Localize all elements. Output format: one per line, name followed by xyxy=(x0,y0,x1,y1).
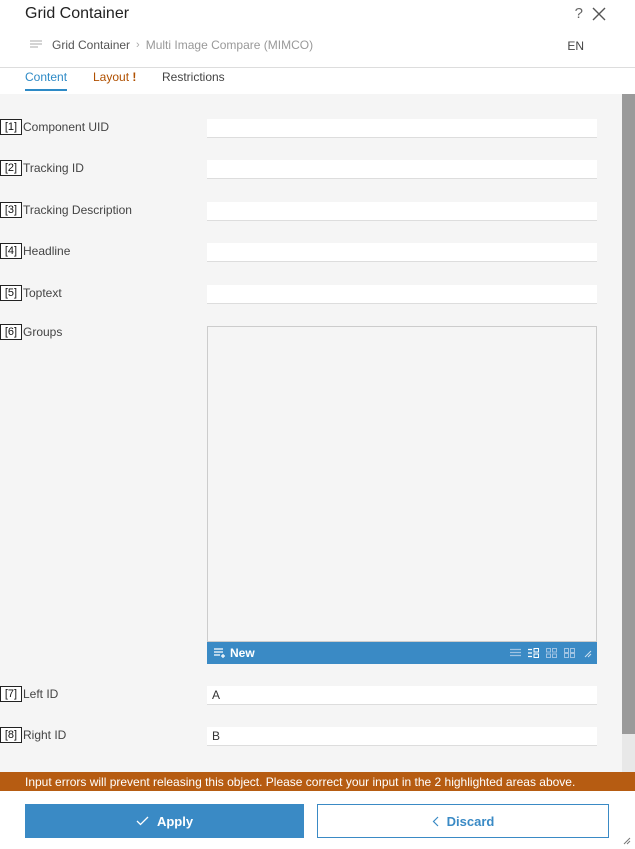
tab-restrictions[interactable]: Restrictions xyxy=(162,70,225,89)
tracking-description-input[interactable] xyxy=(207,202,597,221)
field-label-text: Tracking ID xyxy=(23,161,84,175)
toptext-input[interactable] xyxy=(207,285,597,304)
resize-handle-icon[interactable] xyxy=(582,648,592,658)
discard-label: Discard xyxy=(446,813,495,829)
scrollbar-thumb[interactable] xyxy=(622,94,635,734)
discard-button[interactable]: Discard xyxy=(317,804,609,838)
field-label-left-id: [7] Left ID xyxy=(0,686,58,702)
view-mode-icons xyxy=(510,648,592,658)
dialog-header: Grid Container ? Grid Container › Multi … xyxy=(0,0,635,68)
add-list-icon xyxy=(214,648,225,658)
apply-button[interactable]: Apply xyxy=(25,804,304,838)
groups-list[interactable] xyxy=(207,326,597,642)
field-number: [1] xyxy=(0,119,22,135)
field-label-tracking-id: [2] Tracking ID xyxy=(0,160,84,176)
language-selector[interactable]: EN xyxy=(567,39,584,53)
headline-input[interactable] xyxy=(207,243,597,262)
field-number: [4] xyxy=(0,243,22,259)
list-view-icon[interactable] xyxy=(510,648,521,658)
field-label-groups: [6] Groups xyxy=(0,324,62,340)
field-label-component-uid: [1] Component UID xyxy=(0,119,109,135)
field-label-text: Component UID xyxy=(23,120,110,134)
component-uid-input[interactable] xyxy=(207,119,597,138)
error-message-bar: Input errors will prevent releasing this… xyxy=(0,772,635,791)
field-label-text: Tracking Description xyxy=(23,203,132,217)
breadcrumb-item-current: Multi Image Compare (MIMCO) xyxy=(145,38,314,52)
field-number: [5] xyxy=(0,285,22,301)
form-content: [1] Component UID [2] Tracking ID [3] Track… xyxy=(0,94,622,772)
grid-view-icon[interactable] xyxy=(546,648,557,658)
chevron-right-icon: › xyxy=(136,39,140,51)
header-actions: ? xyxy=(575,5,607,22)
left-id-input[interactable] xyxy=(207,686,597,705)
breadcrumb: Grid Container › Multi Image Compare (MI… xyxy=(30,38,313,52)
field-number: [3] xyxy=(0,202,22,218)
checkmark-icon xyxy=(136,816,149,826)
detail-view-icon[interactable] xyxy=(528,648,539,658)
field-label-text: Toptext xyxy=(23,286,62,300)
tab-content-label: Content xyxy=(25,70,68,84)
field-label-headline: [4] Headline xyxy=(0,243,70,259)
tab-layout[interactable]: Layout ! xyxy=(93,70,136,89)
field-label-text: Groups xyxy=(23,325,63,339)
field-number: [2] xyxy=(0,160,22,176)
field-number: [7] xyxy=(0,686,22,702)
field-label-text: Left ID xyxy=(23,687,59,701)
close-icon[interactable] xyxy=(591,6,607,22)
tab-content[interactable]: Content xyxy=(25,70,68,91)
tile-view-icon[interactable] xyxy=(564,648,575,658)
scrollbar[interactable] xyxy=(622,94,635,772)
warning-indicator: ! xyxy=(132,70,137,84)
menu-lines-icon xyxy=(30,40,42,48)
right-id-input[interactable] xyxy=(207,727,597,746)
chevron-left-icon xyxy=(432,816,439,826)
apply-label: Apply xyxy=(156,813,194,829)
tab-layout-label: Layout xyxy=(93,70,130,84)
field-number: [8] xyxy=(0,727,22,743)
field-label-tracking-description: [3] Tracking Description xyxy=(0,202,132,218)
field-label-right-id: [8] Right ID xyxy=(0,727,66,743)
tab-bar: Content Layout ! Restrictions xyxy=(0,67,635,95)
new-group-button[interactable]: New xyxy=(214,646,255,660)
field-label-toptext: [5] Toptext xyxy=(0,285,62,301)
tab-restrictions-label: Restrictions xyxy=(162,70,225,84)
new-group-label: New xyxy=(230,646,255,660)
help-button[interactable]: ? xyxy=(575,5,583,22)
tracking-id-input[interactable] xyxy=(207,160,597,179)
field-label-text: Headline xyxy=(23,244,71,258)
breadcrumb-item-grid-container[interactable]: Grid Container xyxy=(52,38,130,52)
dialog-title: Grid Container xyxy=(25,5,130,22)
window-resize-icon[interactable] xyxy=(622,836,631,845)
field-number: [6] xyxy=(0,324,22,340)
dialog-footer: Apply Discard xyxy=(0,791,635,849)
groups-toolbar: New xyxy=(207,642,597,664)
field-label-text: Right ID xyxy=(23,728,67,742)
